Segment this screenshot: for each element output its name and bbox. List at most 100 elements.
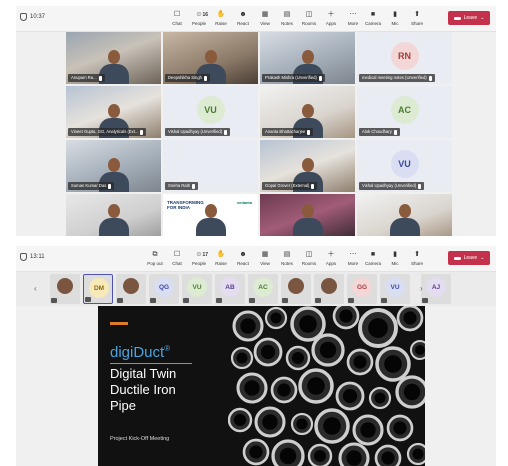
apps-icon: ＋ <box>327 251 335 258</box>
camera-icon: ■ <box>370 251 376 258</box>
pipe-bore <box>339 309 353 323</box>
pipe-bore <box>403 311 417 325</box>
participant-tile[interactable]: Suman Kumar Das <box>66 140 161 192</box>
toolbar-pop-out-button[interactable]: ⧉ Pop out <box>144 248 166 270</box>
strip-participant-tile[interactable]: DM <box>83 274 113 304</box>
strip-participant-tile[interactable] <box>281 274 311 304</box>
head <box>107 158 120 172</box>
toolbar-view-button[interactable]: ▦ View <box>254 248 276 270</box>
participant-tile[interactable]: RN medical meeting notes (Unverified) <box>357 32 452 84</box>
strip-participant-tile[interactable] <box>314 274 344 304</box>
pipe-bore <box>249 445 263 459</box>
toolbar-label: React <box>237 261 249 266</box>
toolbar-rooms-button[interactable]: ◫ Rooms <box>298 248 320 270</box>
toolbar-apps-button[interactable]: ＋ Apps <box>320 248 342 270</box>
mic-off-icon <box>381 298 387 303</box>
chevron-down-icon[interactable]: ⌄ <box>480 15 484 21</box>
pipe-bore <box>277 383 291 397</box>
view-icon: ▦ <box>261 251 269 258</box>
avatar: QG <box>154 277 174 297</box>
pipe-bore <box>291 351 305 365</box>
strip-participant-tile[interactable]: VU <box>380 274 410 304</box>
participant-tile[interactable]: Deepshikha Singh <box>163 32 258 84</box>
strip-next-button[interactable]: › <box>420 284 423 293</box>
toolbar-notes-button[interactable]: ▤ Notes <box>276 248 298 270</box>
toolbar-chat-button[interactable]: ☐ Chat <box>166 8 188 30</box>
participant-tile[interactable] <box>260 194 355 236</box>
participant-tile[interactable]: Prakash Mishra (Unverified) <box>260 32 355 84</box>
toolbar-camera-button[interactable]: ■ Camera <box>362 248 384 270</box>
pipe-bore <box>360 422 376 438</box>
strip-participant-tile[interactable]: GG <box>347 274 377 304</box>
toolbar-share-button[interactable]: ⬆ Share <box>406 248 428 270</box>
participant-tile[interactable]: AC Alok Choudhary <box>357 86 452 138</box>
toolbar-apps-button[interactable]: ＋ Apps <box>320 8 342 30</box>
toolbar-label: People <box>191 261 206 266</box>
participant-video <box>288 278 304 294</box>
participant-tile[interactable]: Sneha Rath <box>163 140 258 192</box>
toolbar-more-button[interactable]: ⋯ More <box>342 248 364 270</box>
strip-participant-tile[interactable]: AB <box>215 274 245 304</box>
participant-tile[interactable]: Vineet Gupta, GG, Analyticals (Ext... <box>66 86 161 138</box>
toolbar-react-button[interactable]: ☻ React <box>232 8 254 30</box>
mic-off-icon <box>249 298 255 303</box>
participant-video <box>57 278 73 294</box>
participant-name-tag: Gopal Grover (External) <box>262 182 318 190</box>
leave-button[interactable]: Leave ⌄ <box>448 251 490 265</box>
toolbar-label: Mic <box>391 261 399 266</box>
participant-tile[interactable] <box>357 194 452 236</box>
mic-off-icon <box>183 298 189 303</box>
toolbar-people-button[interactable]: ☺ 17 People <box>188 248 210 270</box>
brand-name: digiDuct <box>110 344 165 361</box>
toolbar-label: Camera <box>364 261 381 266</box>
participant-tile[interactable]: Ananta Bhattacharjee <box>260 86 355 138</box>
chevron-down-icon[interactable]: ⌄ <box>480 255 484 261</box>
participant-video <box>98 204 129 236</box>
strip-participant-tile[interactable]: AJ <box>421 274 451 304</box>
avatar: VU <box>196 96 225 124</box>
leave-label: Leave <box>463 255 478 261</box>
toolbar-more-button[interactable]: ⋯ More <box>342 8 364 30</box>
toolbar-react-button[interactable]: ☻ React <box>232 248 254 270</box>
participant-video <box>195 204 226 236</box>
participant-name-tag: Vishal Upadhyay (Unverified) <box>165 128 231 136</box>
participant-name: Sneha Rath <box>168 183 191 188</box>
participant-name: Vineet Gupta, GG, Analyticals (Ext... <box>71 129 139 134</box>
strip-participant-tile[interactable]: VU <box>182 274 212 304</box>
participant-tile[interactable]: TRANSFORMING FOR INDIA vedanta <box>163 194 258 236</box>
participant-tile[interactable] <box>66 194 161 236</box>
strip-participant-tile[interactable] <box>50 274 80 304</box>
toolbar-label: More <box>347 21 359 26</box>
toolbar-raise-button[interactable]: ✋ Raise <box>210 248 232 270</box>
pipe-bore <box>299 315 317 333</box>
mic-off-icon <box>307 129 311 135</box>
toolbar-mic-button[interactable]: ▮ Mic <box>384 8 406 30</box>
strip-participant-tile[interactable]: QG <box>149 274 179 304</box>
mic-off-icon <box>140 129 144 135</box>
toolbar-mic-button[interactable]: ▮ Mic <box>384 248 406 270</box>
notes-icon: ▤ <box>283 251 291 258</box>
participant-tile[interactable]: VU Vishal Upadhyay (Unverified) <box>357 140 452 192</box>
avatar: AB <box>220 277 240 297</box>
strip-participant-tile[interactable] <box>116 274 146 304</box>
toolbar-rooms-button[interactable]: ◫ Rooms <box>298 8 320 30</box>
toolbar-people-button[interactable]: ☺ 16 People <box>188 8 210 30</box>
toolbar-notes-button[interactable]: ▤ Notes <box>276 8 298 30</box>
participant-tile[interactable]: Gopal Grover (External) <box>260 140 355 192</box>
toolbar-view-button[interactable]: ▦ View <box>254 8 276 30</box>
head <box>301 50 314 64</box>
strip-prev-button[interactable]: ‹ <box>34 284 37 293</box>
head <box>107 50 120 64</box>
toolbar-chat-button[interactable]: ☐ Chat <box>166 248 188 270</box>
participant-tile[interactable]: Anupam Ra... <box>66 32 161 84</box>
shared-content-area: digiDuct® Digital Twin Ductile Iron Pipe… <box>16 306 496 466</box>
toolbar-share-button[interactable]: ⬆ Share <box>406 8 428 30</box>
participant-tile[interactable]: VU Vishal Upadhyay (Unverified) <box>163 86 258 138</box>
registered-mark: ® <box>164 344 171 353</box>
pipe-bore <box>403 383 421 401</box>
leave-button[interactable]: Leave ⌄ <box>448 11 490 25</box>
toolbar-raise-button[interactable]: ✋ Raise <box>210 8 232 30</box>
toolbar-camera-button[interactable]: ■ Camera <box>362 8 384 30</box>
strip-participant-tile[interactable]: AC <box>248 274 278 304</box>
toolbar-label: Share <box>410 261 423 266</box>
